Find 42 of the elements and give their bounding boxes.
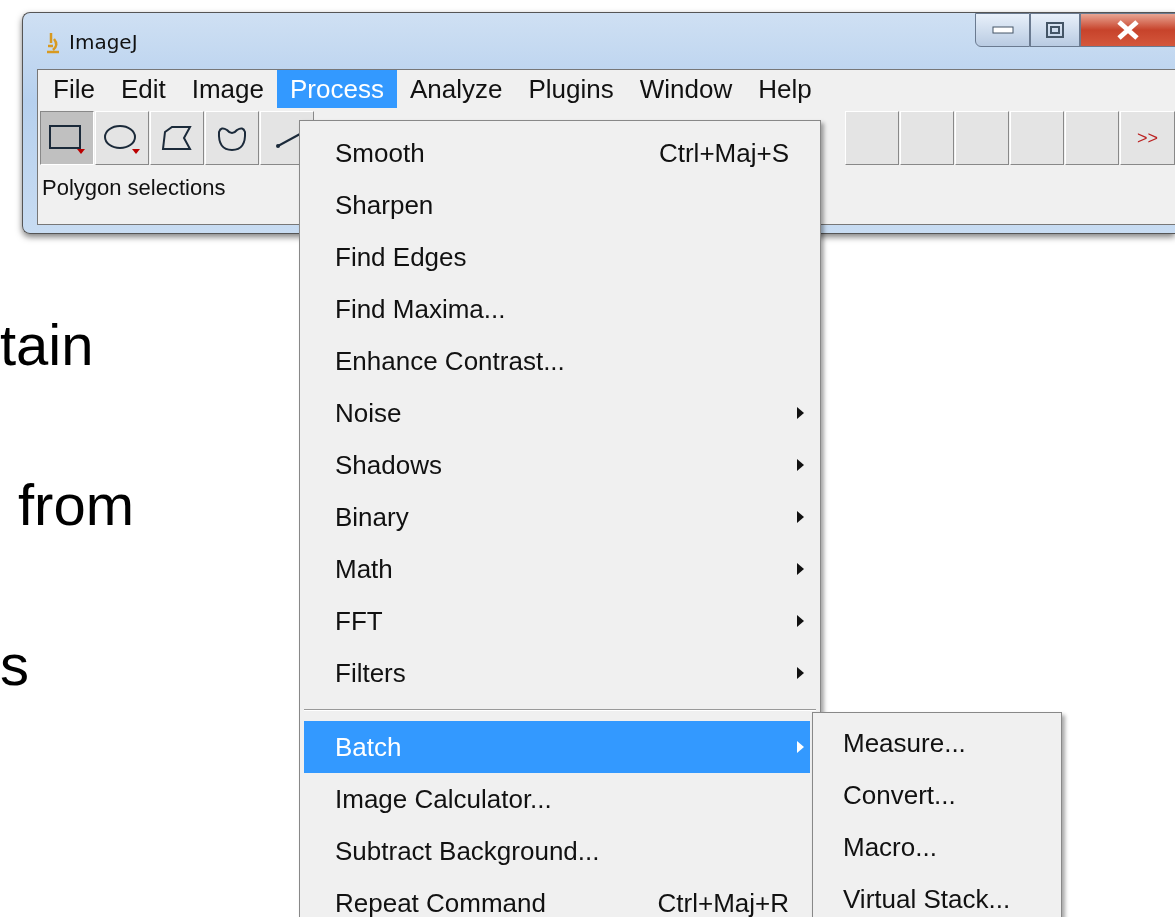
minimize-icon [991, 26, 1014, 34]
menu-item[interactable]: Find Maxima... [304, 283, 810, 335]
menu-item[interactable]: Binary [304, 491, 810, 543]
shortcut-text: Ctrl+Maj+S [658, 137, 789, 169]
menu-item[interactable]: Subtract Background... [304, 825, 810, 877]
more-tools-button[interactable]: >> [1120, 111, 1175, 165]
slide-text: s [0, 636, 29, 694]
menu-item[interactable]: Convert... [813, 769, 1061, 821]
menu-item[interactable]: Edit [107, 70, 179, 108]
microscope-icon [45, 31, 61, 55]
menu-item[interactable]: Enhance Contrast... [304, 335, 810, 387]
menu-item[interactable]: Math [304, 543, 810, 595]
menu-item[interactable]: Filters [304, 647, 810, 699]
menu-item[interactable]: Macro... [813, 821, 1061, 873]
shortcut-text: Ctrl+Maj+R [657, 887, 789, 917]
menu-item[interactable]: File [40, 70, 108, 108]
tool-button[interactable] [40, 111, 94, 165]
menu-item[interactable]: Image Calculator... [304, 773, 810, 825]
maximize-icon [1046, 22, 1064, 38]
menu-item[interactable]: Virtual Stack... [813, 873, 1061, 917]
menu-item[interactable]: Help [745, 70, 825, 108]
menu-item[interactable]: Image [178, 70, 277, 108]
slide-text: from [18, 476, 134, 534]
status-text: Polygon selections [42, 175, 227, 201]
menu-item[interactable]: Measure... [813, 717, 1061, 769]
menu-item[interactable]: Repeat Command Ctrl+Maj+R [304, 877, 810, 917]
menu-item[interactable]: Plugins [515, 70, 627, 108]
menu-item[interactable]: Smooth Ctrl+Maj+S [304, 127, 810, 179]
maximize-button[interactable] [1030, 13, 1080, 47]
menu-item[interactable]: FFT [304, 595, 810, 647]
window-title: ImageJ [69, 30, 138, 54]
slide-text: tain [0, 316, 94, 374]
menu-item[interactable]: Shadows [304, 439, 810, 491]
polygon-tool-icon [160, 124, 194, 152]
close-button[interactable] [1080, 13, 1175, 47]
menu-item[interactable]: Sharpen [304, 179, 810, 231]
menu-item[interactable]: Analyze [396, 70, 516, 108]
minimize-button[interactable] [975, 13, 1030, 47]
menu-item[interactable]: Noise [304, 387, 810, 439]
menu-item[interactable]: Window [626, 70, 746, 108]
menu-item[interactable]: Find Edges [304, 231, 810, 283]
close-icon [1116, 20, 1140, 40]
